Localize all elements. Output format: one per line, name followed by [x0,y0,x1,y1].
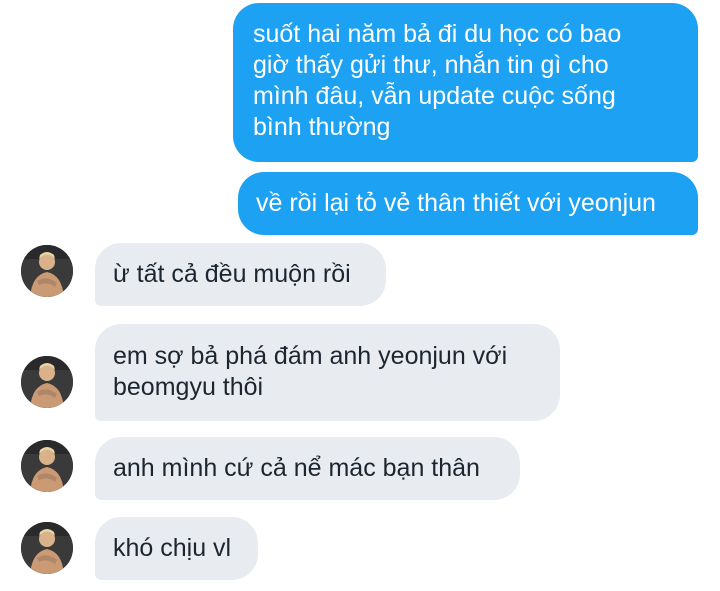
sent-message-bubble[interactable]: suốt hai năm bả đi du học có bao giờ thấ… [233,3,698,162]
contact-avatar[interactable] [21,245,73,297]
avatar-photo-icon [21,440,73,492]
avatar-photo-icon [21,356,73,408]
contact-avatar[interactable] [21,522,73,574]
received-message-bubble[interactable]: em sợ bả phá đám anh yeonjun với beomgyu… [95,324,560,421]
avatar-photo-icon [21,522,73,574]
received-message-bubble[interactable]: khó chịu vl [95,517,258,580]
contact-avatar[interactable] [21,356,73,408]
received-message-bubble[interactable]: ừ tất cả đều muộn rồi [95,243,386,306]
sent-message-bubble[interactable]: về rồi lại tỏ vẻ thân thiết với yeonjun [238,172,698,235]
received-message-bubble[interactable]: anh mình cứ cả nể mác bạn thân [95,437,520,500]
avatar-photo-icon [21,245,73,297]
contact-avatar[interactable] [21,440,73,492]
